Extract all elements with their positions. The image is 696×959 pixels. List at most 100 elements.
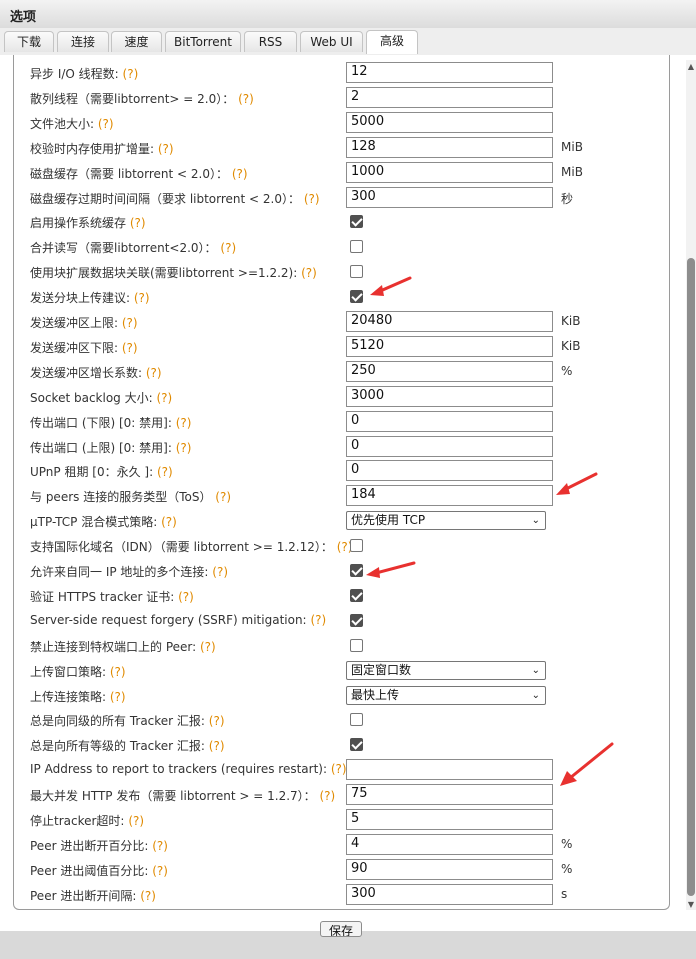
setting-input[interactable]: 5120 [346, 336, 553, 357]
help-link[interactable]: (?) [200, 640, 216, 654]
tab-webui[interactable]: Web UI [300, 31, 363, 52]
help-link[interactable]: (?) [176, 416, 192, 430]
help-link[interactable]: (?) [123, 67, 139, 81]
help-link[interactable]: (?) [232, 167, 248, 181]
setting-checkbox[interactable] [350, 215, 363, 228]
tab-downloads[interactable]: 下载 [4, 31, 54, 52]
help-link[interactable]: (?) [301, 266, 317, 280]
setting-input[interactable]: 1000 [346, 162, 553, 183]
tab-bittorrent[interactable]: BitTorrent [165, 31, 241, 52]
help-link[interactable]: (?) [122, 341, 138, 355]
setting-checkbox[interactable] [350, 539, 363, 552]
setting-checkbox[interactable] [350, 738, 363, 751]
setting-label-text: 支持国际化域名（IDN）（需要 libtorrent >= 1.2.12）： [30, 540, 333, 554]
help-link[interactable]: (?) [130, 216, 146, 230]
setting-label-text: 发送分块上传建议: [30, 291, 131, 305]
setting-checkbox[interactable] [350, 713, 363, 726]
setting-checkbox[interactable] [350, 639, 363, 652]
setting-input[interactable]: 90 [346, 859, 553, 880]
tab-rss[interactable]: RSS [244, 31, 297, 52]
help-link[interactable]: (?) [320, 789, 336, 803]
setting-checkbox[interactable] [350, 265, 363, 278]
help-link[interactable]: (?) [110, 690, 126, 704]
setting-label: 最大并发 HTTP 发布（需要 libtorrent > = 1.2.7）： (… [30, 787, 335, 804]
setting-label-text: 磁盘缓存过期时间间隔（要求 libtorrent < 2.0）： [30, 192, 301, 206]
setting-input[interactable]: 300 [346, 884, 553, 905]
setting-input[interactable] [346, 759, 553, 780]
setting-input[interactable]: 0 [346, 460, 553, 481]
scrollbar-thumb[interactable] [687, 258, 695, 896]
scroll-down-arrow-icon[interactable]: ▼ [686, 900, 696, 910]
help-link[interactable]: (?) [176, 441, 192, 455]
setting-label: 发送分块上传建议: (?) [30, 289, 150, 306]
help-link[interactable]: (?) [310, 613, 326, 627]
save-button[interactable]: 保存 [320, 921, 362, 937]
setting-label-text: Socket backlog 大小: [30, 391, 153, 405]
setting-label-text: Peer 进出阈值百分比: [30, 864, 149, 878]
chevron-down-icon: ⌄ [531, 665, 540, 676]
setting-label: 支持国际化域名（IDN）（需要 libtorrent >= 1.2.12）： (… [30, 538, 352, 555]
setting-checkbox[interactable] [350, 240, 363, 253]
help-link[interactable]: (?) [152, 839, 168, 853]
help-link[interactable]: (?) [304, 192, 320, 206]
help-link[interactable]: (?) [122, 316, 138, 330]
tab-speed[interactable]: 速度 [111, 31, 162, 52]
help-link[interactable]: (?) [146, 366, 162, 380]
help-link[interactable]: (?) [238, 92, 254, 106]
setting-label: 传出端口 (下限) [0: 禁用]: (?) [30, 414, 191, 431]
annotation-arrow-icon [560, 742, 614, 786]
help-link[interactable]: (?) [157, 465, 173, 479]
help-link[interactable]: (?) [158, 142, 174, 156]
setting-input[interactable]: 128 [346, 137, 553, 158]
help-link[interactable]: (?) [215, 490, 231, 504]
help-link[interactable]: (?) [110, 665, 126, 679]
setting-label: Peer 进出断开百分比: (?) [30, 837, 168, 854]
setting-label: UPnP 租期 [0：永久 ]: (?) [30, 463, 173, 480]
help-link[interactable]: (?) [98, 117, 114, 131]
setting-input[interactable]: 20480 [346, 311, 553, 332]
setting-label-text: 上传连接策略: [30, 690, 107, 704]
setting-label-text: 发送缓冲区上限: [30, 316, 119, 330]
setting-input[interactable]: 300 [346, 187, 553, 208]
setting-input[interactable]: 75 [346, 784, 553, 805]
setting-label: 异步 I/O 线程数: (?) [30, 65, 138, 82]
setting-label: 验证 HTTPS tracker 证书: (?) [30, 588, 194, 605]
help-link[interactable]: (?) [212, 565, 228, 579]
setting-input[interactable]: 5 [346, 809, 553, 830]
setting-select[interactable]: 固定窗口数 ⌄ [346, 661, 546, 680]
setting-label: Peer 进出阈值百分比: (?) [30, 862, 168, 879]
setting-input[interactable]: 4 [346, 834, 553, 855]
help-link[interactable]: (?) [152, 864, 168, 878]
scroll-up-arrow-icon[interactable]: ▲ [686, 62, 696, 72]
help-link[interactable]: (?) [209, 714, 225, 728]
help-link[interactable]: (?) [128, 814, 144, 828]
setting-label-text: 文件池大小: [30, 117, 95, 131]
help-link[interactable]: (?) [134, 291, 150, 305]
setting-label-text: 总是向所有等级的 Tracker 汇报: [30, 739, 205, 753]
help-link[interactable]: (?) [178, 590, 194, 604]
help-link[interactable]: (?) [140, 889, 156, 903]
setting-input[interactable]: 184 [346, 485, 553, 506]
tab-connection[interactable]: 连接 [57, 31, 109, 52]
setting-checkbox[interactable] [350, 614, 363, 627]
help-link[interactable]: (?) [220, 241, 236, 255]
setting-input[interactable]: 5000 [346, 112, 553, 133]
setting-input[interactable]: 0 [346, 436, 553, 457]
setting-select[interactable]: 优先使用 TCP ⌄ [346, 511, 546, 530]
setting-checkbox[interactable] [350, 589, 363, 602]
tab-advanced[interactable]: 高级 [366, 30, 418, 54]
setting-label-text: 允许来自同一 IP 地址的多个连接: [30, 565, 209, 579]
help-link[interactable]: (?) [156, 391, 172, 405]
setting-input[interactable]: 250 [346, 361, 553, 382]
setting-label: 启用操作系统缓存 (?) [30, 214, 146, 231]
setting-unit: KiB [561, 314, 581, 328]
setting-input[interactable]: 12 [346, 62, 553, 83]
setting-checkbox[interactable] [350, 290, 363, 303]
setting-select[interactable]: 最快上传 ⌄ [346, 686, 546, 705]
setting-input[interactable]: 2 [346, 87, 553, 108]
setting-input[interactable]: 0 [346, 411, 553, 432]
setting-input[interactable]: 3000 [346, 386, 553, 407]
help-link[interactable]: (?) [161, 515, 177, 529]
help-link[interactable]: (?) [331, 762, 347, 776]
help-link[interactable]: (?) [209, 739, 225, 753]
